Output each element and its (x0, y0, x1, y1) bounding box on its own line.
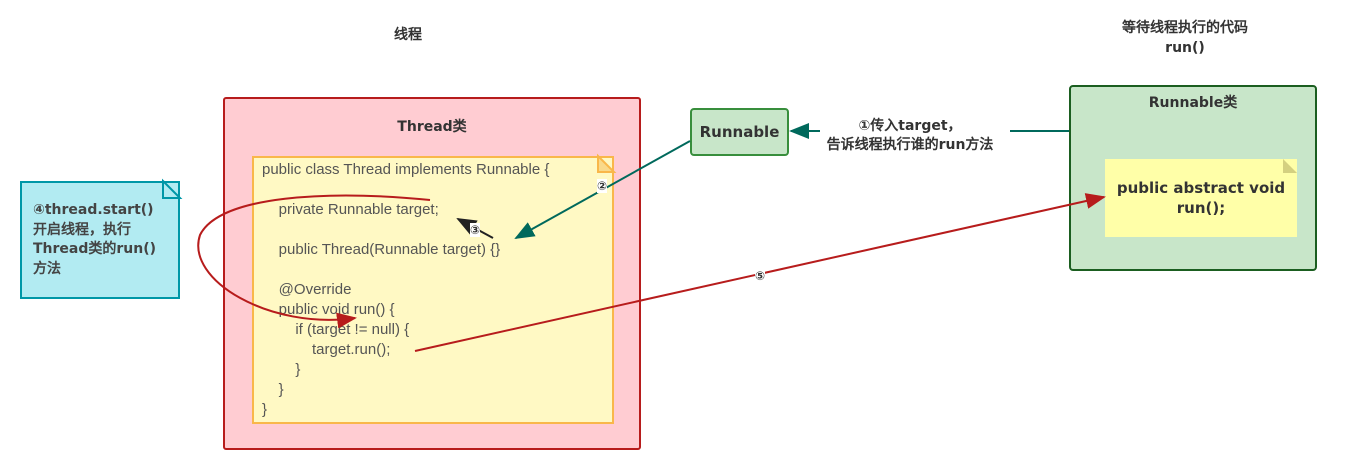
step3-badge: ③ (470, 223, 481, 237)
abstract-note-fold (1283, 159, 1297, 173)
start-note-fold (162, 178, 183, 199)
code-note-fold (597, 153, 617, 173)
connectors (162, 123, 1297, 352)
step2-badge: ② (597, 179, 608, 193)
step4-curve-arrow (197, 194, 431, 329)
step5-badge: ⑤ (755, 269, 766, 283)
